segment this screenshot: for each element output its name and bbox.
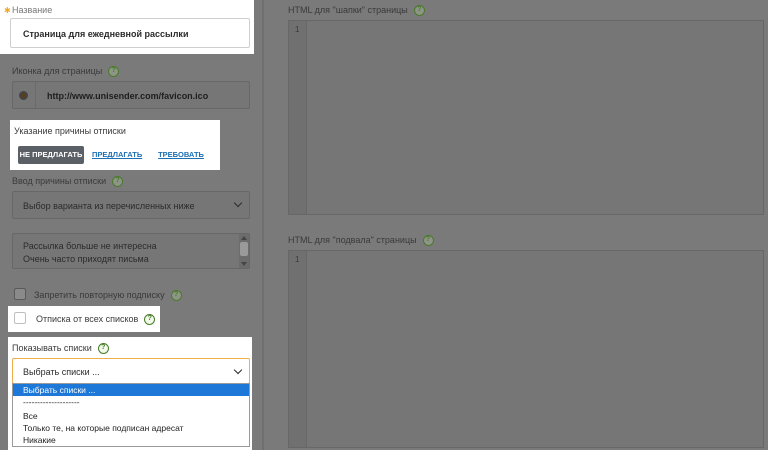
chevron-down-icon bbox=[233, 365, 243, 375]
icon-label-row: Иконка для страницы? bbox=[12, 66, 120, 78]
ban-resubscribe-checkbox[interactable] bbox=[14, 288, 26, 300]
line-gutter: 1 bbox=[289, 21, 307, 214]
show-lists-select[interactable]: Выбрать списки ... bbox=[12, 358, 250, 384]
reason-label: Указание причины отписки bbox=[14, 126, 126, 136]
scroll-up-icon[interactable] bbox=[241, 236, 247, 240]
show-lists-label: Показывать списки bbox=[12, 343, 92, 353]
scroll-down-icon[interactable] bbox=[241, 262, 247, 266]
reason-entry-value: Выбор варианта из перечисленных ниже bbox=[23, 201, 195, 211]
reason-option-offer[interactable]: ПРЕДЛАГАТЬ bbox=[92, 146, 142, 164]
unsubscribe-reason-block: Указание причины отписки НЕ ПРЕДЛАГАТЬ П… bbox=[10, 120, 220, 170]
panel-divider bbox=[262, 0, 264, 450]
name-input[interactable]: Страница для ежедневной рассылки bbox=[10, 18, 250, 48]
editors-panel: HTML для "шапки" страницы? 1 HTML для "п… bbox=[276, 0, 768, 450]
scrollbar[interactable] bbox=[239, 234, 249, 268]
show-lists-dropdown: Выбрать списки ... -------------------- … bbox=[12, 383, 250, 447]
help-icon[interactable]: ? bbox=[144, 314, 156, 326]
dropdown-option[interactable]: Все bbox=[13, 410, 249, 422]
reason-line: Очень часто приходят письма bbox=[23, 254, 149, 264]
unsubscribe-all-block: Отписка от всех списков? bbox=[8, 306, 160, 332]
ban-resubscribe-label: Запретить повторную подписку bbox=[34, 290, 165, 300]
required-star-icon: ✱ bbox=[4, 6, 11, 15]
favicon-url-input[interactable]: http://www.unisender.com/favicon.ico bbox=[12, 81, 250, 109]
help-icon[interactable]: ? bbox=[97, 343, 109, 355]
chevron-down-icon bbox=[233, 198, 243, 208]
dropdown-option-separator: -------------------- bbox=[23, 397, 80, 407]
favicon-url-value: http://www.unisender.com/favicon.ico bbox=[47, 91, 209, 101]
settings-panel: ✱ Название Страница для ежедневной рассы… bbox=[0, 0, 260, 450]
help-icon[interactable]: ? bbox=[108, 66, 120, 78]
line-number: 1 bbox=[295, 255, 300, 264]
header-editor-title: HTML для "шапки" страницы bbox=[288, 5, 408, 15]
dropdown-option[interactable]: Никакие bbox=[13, 434, 249, 446]
unsubscribe-all-label-row: Отписка от всех списков? bbox=[36, 314, 156, 326]
unsubscribe-all-label: Отписка от всех списков bbox=[36, 314, 139, 324]
line-number: 1 bbox=[295, 25, 300, 34]
reason-entry-label: Ввод причины отписки bbox=[12, 176, 107, 186]
favicon-preview-icon bbox=[19, 91, 28, 100]
help-icon[interactable]: ? bbox=[422, 235, 434, 247]
help-icon[interactable]: ? bbox=[112, 176, 124, 188]
name-field-block: ✱ Название Страница для ежедневной рассы… bbox=[0, 0, 254, 54]
help-icon[interactable]: ? bbox=[413, 5, 425, 17]
footer-html-editor[interactable]: 1 bbox=[288, 250, 764, 448]
footer-editor-title: HTML для "подвала" страницы bbox=[288, 235, 417, 245]
header-editor-title-row: HTML для "шапки" страницы? bbox=[288, 5, 425, 17]
reason-option-require[interactable]: ТРЕБОВАТЬ bbox=[156, 146, 206, 164]
divider bbox=[35, 82, 36, 108]
show-lists-value: Выбрать списки ... bbox=[23, 367, 100, 377]
line-gutter: 1 bbox=[289, 251, 307, 447]
ban-resubscribe-label-row: Запретить повторную подписку? bbox=[34, 290, 182, 302]
reason-line: Рассылка больше не интересна bbox=[23, 241, 157, 251]
dropdown-option[interactable]: Выбрать списки ... bbox=[13, 384, 249, 396]
reason-entry-select[interactable]: Выбор варианта из перечисленных ниже bbox=[12, 191, 250, 219]
name-input-value: Страница для ежедневной рассылки bbox=[23, 29, 189, 39]
dropdown-option[interactable]: Только те, на которые подписан адресат bbox=[13, 422, 249, 434]
name-label: Название bbox=[12, 5, 53, 15]
entry-label-row: Ввод причины отписки? bbox=[12, 176, 124, 188]
reason-option-none[interactable]: НЕ ПРЕДЛАГАТЬ bbox=[18, 146, 84, 164]
show-lists-block: Показывать списки? Выбрать списки ... Вы… bbox=[8, 337, 252, 450]
reasons-textarea[interactable]: Рассылка больше не интересна Очень часто… bbox=[12, 233, 250, 269]
header-html-editor[interactable]: 1 bbox=[288, 20, 764, 215]
footer-editor-title-row: HTML для "подвала" страницы? bbox=[288, 235, 434, 247]
unsubscribe-all-checkbox[interactable] bbox=[14, 312, 26, 324]
scroll-thumb[interactable] bbox=[240, 242, 248, 256]
icon-label: Иконка для страницы bbox=[12, 66, 103, 76]
show-lists-label-row: Показывать списки? bbox=[12, 343, 109, 355]
help-icon[interactable]: ? bbox=[170, 290, 182, 302]
